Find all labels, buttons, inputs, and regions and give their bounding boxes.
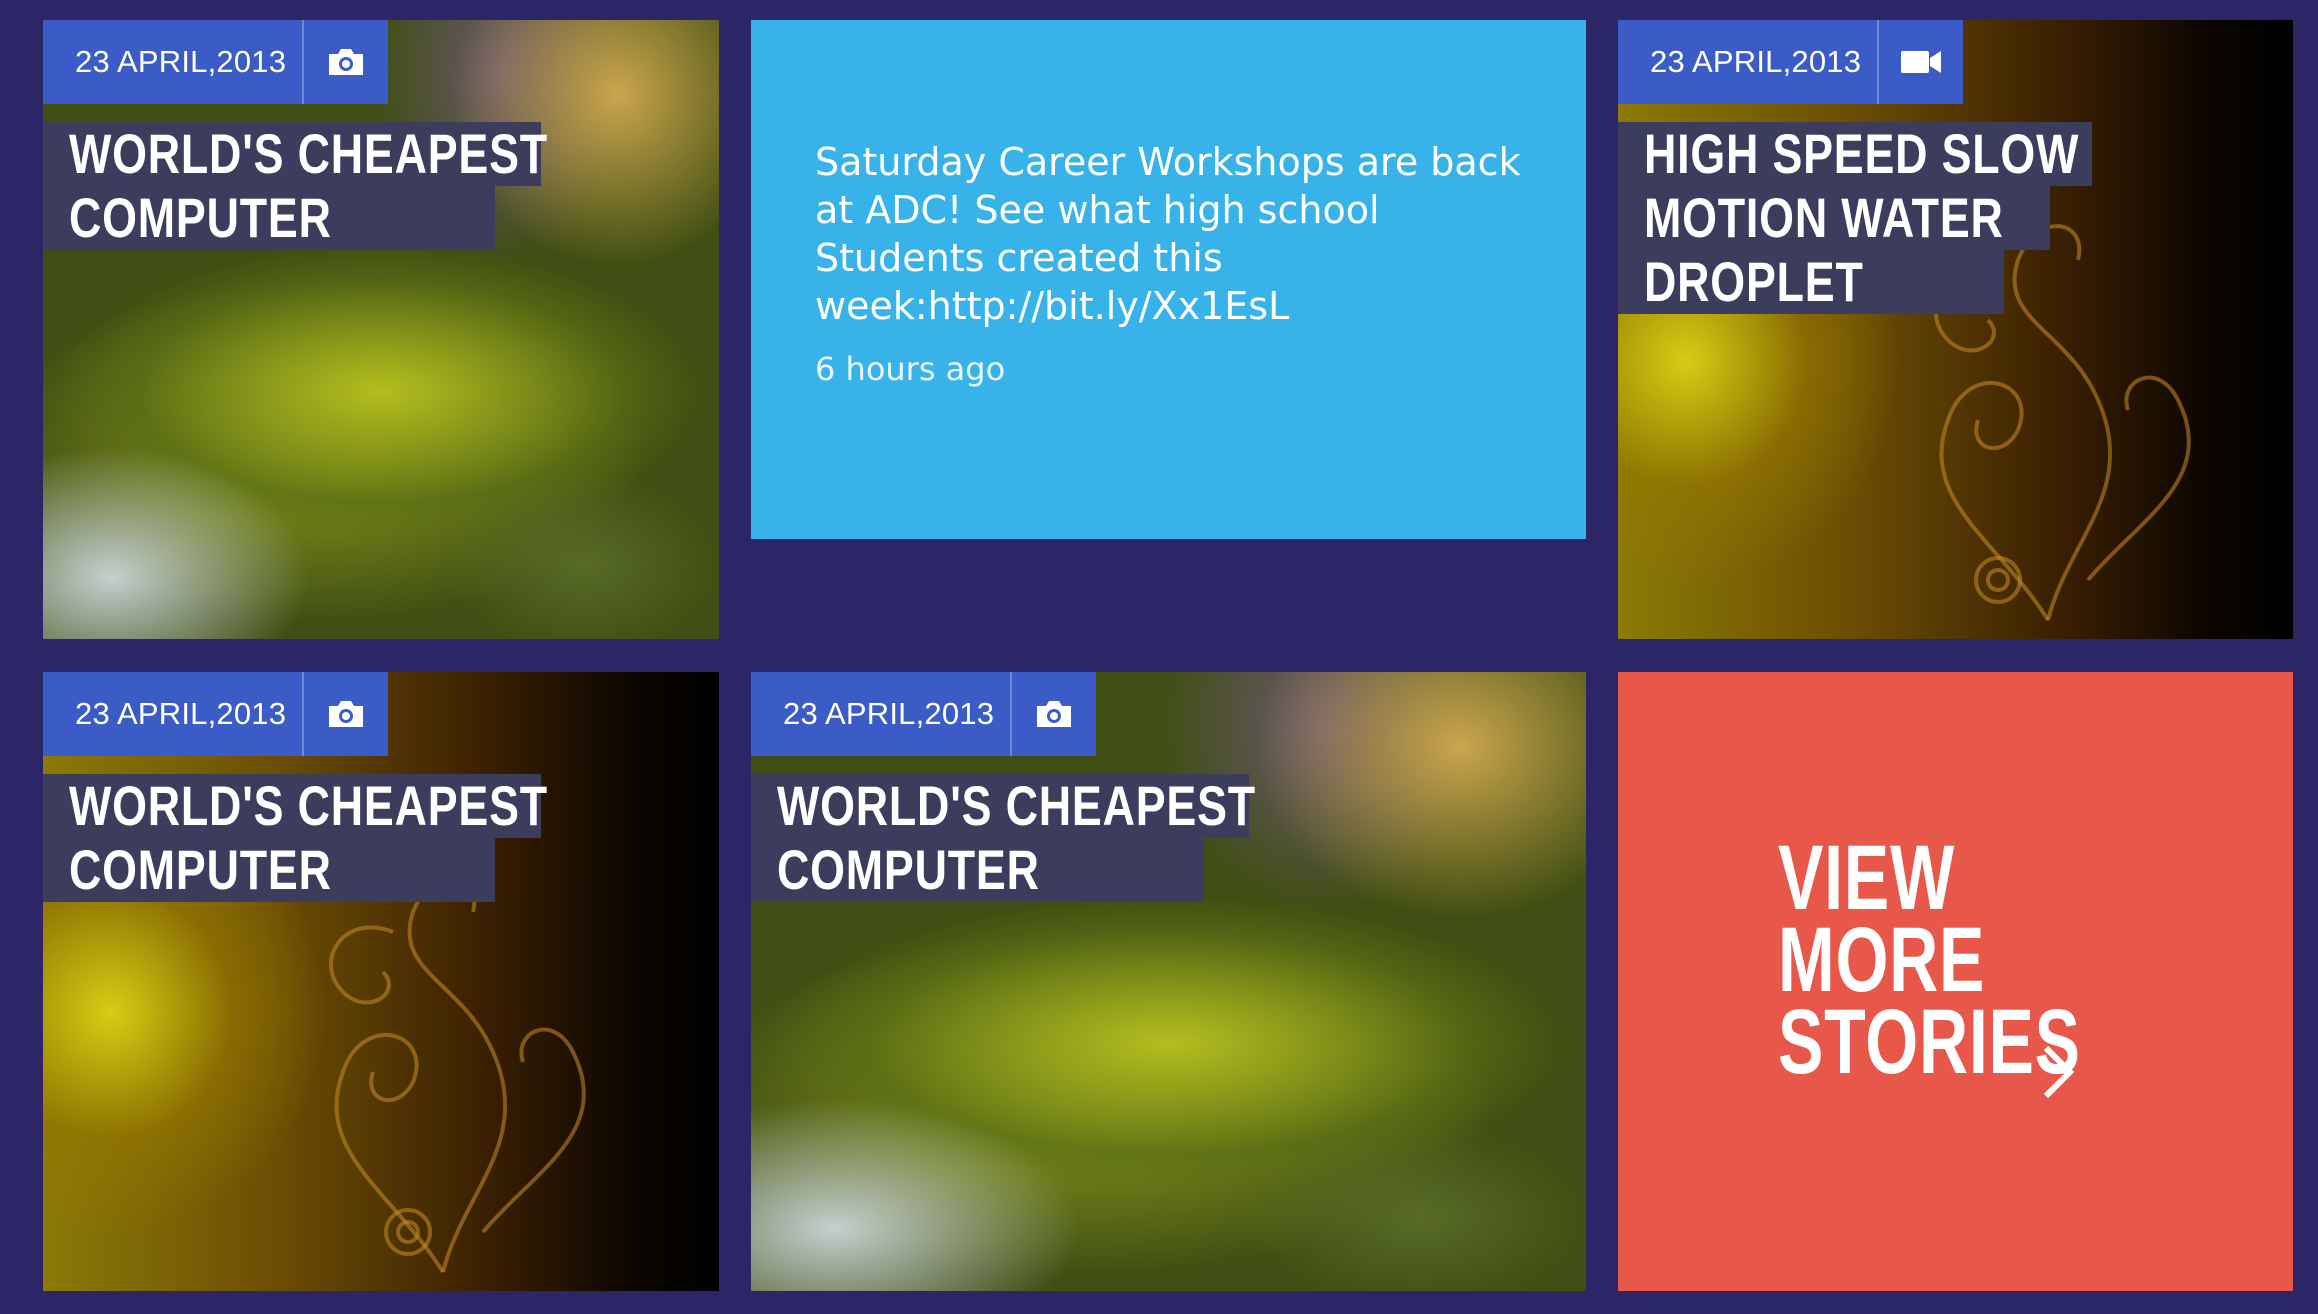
decorative-swirl (1934, 224, 2191, 622)
story-date: 23 APRIL,2013 (75, 44, 287, 79)
view-more-stories-button[interactable]: VIEW MORE STORIES (1618, 672, 2293, 1291)
story-title: HIGH SPEED SLOW MOTION WATER DROPLET (1618, 122, 2092, 314)
decorative-swirl (329, 876, 586, 1274)
view-more-label: VIEW MORE STORIES (1778, 827, 2187, 1093)
tweet-timestamp: 6 hours ago (815, 350, 1006, 388)
story-title-line: COMPUTER (43, 838, 495, 902)
date-badge: 23 APRIL,2013 (43, 672, 389, 756)
story-title: WORLD'S CHEAPEST COMPUTER (751, 774, 1255, 902)
date-badge: 23 APRIL,2013 (43, 20, 389, 104)
story-title-line: WORLD'S CHEAPEST (43, 774, 547, 838)
camera-icon (304, 20, 388, 104)
tweet-card[interactable]: Saturday Career Workshops are back at AD… (751, 20, 1586, 539)
story-title-line: DROPLET (1618, 250, 2004, 314)
view-more-line: STORIES (1778, 991, 2081, 1093)
date-badge: 23 APRIL,2013 (751, 672, 1097, 756)
story-tile-cheapest-computer-2[interactable]: 23 APRIL,2013 WORLD'S CHEAPEST COMPUTER (43, 672, 719, 1291)
story-title-line: WORLD'S CHEAPEST (43, 122, 547, 186)
story-tile-cheapest-computer-1[interactable]: 23 APRIL,2013 WORLD'S CHEAPEST COMPUTER (43, 20, 719, 639)
story-title: WORLD'S CHEAPEST COMPUTER (43, 774, 547, 902)
camera-icon (304, 672, 388, 756)
story-date: 23 APRIL,2013 (783, 696, 995, 731)
story-date: 23 APRIL,2013 (75, 696, 287, 731)
story-title-line: MOTION WATER (1618, 186, 2050, 250)
story-date: 23 APRIL,2013 (1650, 44, 1862, 79)
story-title-line: COMPUTER (751, 838, 1203, 902)
story-title-line: HIGH SPEED SLOW (1618, 122, 2092, 186)
story-tile-cheapest-computer-3[interactable]: 23 APRIL,2013 WORLD'S CHEAPEST COMPUTER (751, 672, 1586, 1291)
story-title-line: COMPUTER (43, 186, 495, 250)
story-title-line: WORLD'S CHEAPEST (751, 774, 1255, 838)
tweet-text: Saturday Career Workshops are back at AD… (815, 140, 1521, 328)
camera-icon (1012, 672, 1096, 756)
video-camera-icon (1879, 20, 1963, 104)
story-tile-water-droplet[interactable]: 23 APRIL,2013 HIGH SPEED SLOW MOTION WAT… (1618, 20, 2293, 639)
view-more-line: MORE (1778, 909, 1986, 1011)
story-title: WORLD'S CHEAPEST COMPUTER (43, 122, 547, 250)
view-more-line: VIEW (1778, 827, 1955, 929)
date-badge: 23 APRIL,2013 (1618, 20, 1964, 104)
chevron-right-icon (2043, 1045, 2075, 1099)
